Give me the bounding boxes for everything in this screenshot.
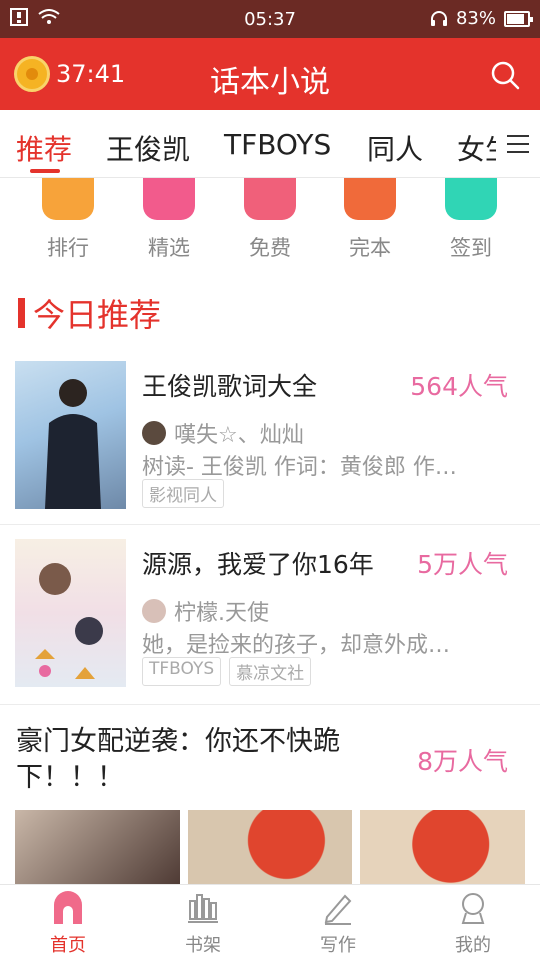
nav-home[interactable]: 首页 bbox=[18, 891, 118, 957]
featured-popularity: 8万人气 bbox=[417, 747, 508, 776]
book-title: 王俊凯歌词大全 bbox=[142, 372, 318, 401]
nav-write[interactable]: 写作 bbox=[288, 891, 388, 957]
status-bar: 05:37 83% bbox=[0, 0, 540, 38]
quick-link-signin[interactable]: 签到 bbox=[431, 178, 511, 262]
profile-icon bbox=[461, 893, 485, 924]
nav-label: 首页 bbox=[50, 935, 86, 956]
book-description: 她，是捡来的孩子，却意外成… bbox=[142, 633, 451, 658]
book-description: 树读- 王俊凯 作词：黄俊郎 作… bbox=[142, 455, 457, 480]
book-tags: TFBOYS 慕凉文社 bbox=[142, 657, 312, 686]
nav-label: 我的 bbox=[455, 935, 491, 956]
trophy-icon bbox=[42, 178, 94, 220]
avatar bbox=[142, 421, 166, 445]
headphone-icon bbox=[430, 10, 447, 26]
free-icon bbox=[244, 178, 296, 220]
book-tag[interactable]: 影视同人 bbox=[142, 479, 224, 508]
book-author: 柠檬.天使 bbox=[142, 595, 269, 627]
book-tag[interactable]: 慕凉文社 bbox=[229, 657, 312, 686]
tab-indicator bbox=[30, 169, 60, 173]
book-tags: 影视同人 bbox=[142, 479, 224, 508]
quick-link-free[interactable]: 免费 bbox=[230, 178, 310, 262]
tab-fanfic[interactable]: 同人 bbox=[367, 128, 423, 168]
nav-label: 书架 bbox=[185, 935, 221, 956]
nav-bookshelf[interactable]: 书架 bbox=[153, 891, 253, 957]
section-marker bbox=[18, 298, 25, 328]
app-header: 37:41 话本小说 bbox=[0, 38, 540, 110]
quick-link-label: 完本 bbox=[349, 236, 391, 260]
section-title-text: 今日推荐 bbox=[33, 296, 162, 334]
battery-icon bbox=[504, 10, 533, 27]
book-popularity: 564人气 bbox=[410, 372, 508, 401]
home-icon bbox=[54, 891, 82, 924]
cover-figure bbox=[45, 379, 101, 509]
book-item[interactable]: 王俊凯歌词大全 564人气 嘆失☆、灿灿 树读- 王俊凯 作词：黄俊郎 作… 影… bbox=[0, 345, 540, 525]
book-item[interactable]: 源源，我爱了你16年 5万人气 柠檬.天使 她，是捡来的孩子，却意外成… TFB… bbox=[0, 525, 540, 705]
quick-link-featured[interactable]: 精选 bbox=[129, 178, 209, 262]
book-author: 嘆失☆、灿灿 bbox=[142, 417, 304, 449]
avatar bbox=[142, 599, 166, 623]
quick-link-label: 签到 bbox=[450, 236, 492, 260]
featured-images[interactable] bbox=[15, 810, 526, 886]
category-tabs: 推荐 王俊凯 TFBOYS 同人 女生 bbox=[0, 110, 540, 178]
author-name: 柠檬.天使 bbox=[174, 601, 269, 626]
author-name: 嘆失☆、灿灿 bbox=[174, 423, 304, 448]
tab-recommend[interactable]: 推荐 bbox=[16, 128, 72, 168]
featured-image bbox=[15, 810, 180, 886]
search-icon[interactable] bbox=[490, 60, 520, 90]
pencil-icon bbox=[324, 894, 352, 925]
featured-title[interactable]: 豪门女配逆袭：你还不快跪下！！！ bbox=[16, 724, 396, 796]
bookshelf-icon bbox=[188, 894, 218, 923]
battery-percent: 83% bbox=[455, 8, 496, 29]
book-cover bbox=[15, 539, 126, 687]
app-title: 话本小说 bbox=[210, 65, 330, 100]
featured-image bbox=[360, 810, 526, 886]
section-title: 今日推荐 bbox=[18, 290, 161, 336]
nav-label: 写作 bbox=[320, 935, 356, 956]
bottom-nav: 首页 书架 写作 我的 bbox=[0, 884, 540, 960]
book-title: 源源，我爱了你16年 bbox=[142, 550, 374, 579]
book-popularity: 5万人气 bbox=[417, 550, 508, 579]
cover-figure bbox=[35, 563, 103, 679]
quick-link-completed[interactable]: 完本 bbox=[330, 178, 410, 262]
quick-link-label: 排行 bbox=[47, 236, 89, 260]
star-icon bbox=[143, 178, 195, 220]
check-icon bbox=[344, 178, 396, 220]
quick-link-label: 精选 bbox=[148, 236, 190, 260]
quick-link-ranking[interactable]: 排行 bbox=[28, 178, 108, 262]
book-cover bbox=[15, 361, 126, 509]
status-right: 83% bbox=[430, 8, 533, 29]
menu-icon bbox=[507, 142, 529, 145]
quick-link-label: 免费 bbox=[249, 236, 291, 260]
book-tag[interactable]: TFBOYS bbox=[142, 657, 222, 686]
sign-icon bbox=[445, 178, 497, 220]
featured-image bbox=[187, 810, 353, 886]
tabs-menu-button[interactable] bbox=[496, 110, 540, 177]
tab-wangjunkai[interactable]: 王俊凯 bbox=[106, 128, 190, 168]
quick-links: 排行 精选 免费 完本 签到 bbox=[0, 178, 540, 270]
tab-tfboys[interactable]: TFBOYS bbox=[224, 128, 331, 161]
nav-profile[interactable]: 我的 bbox=[423, 891, 523, 957]
